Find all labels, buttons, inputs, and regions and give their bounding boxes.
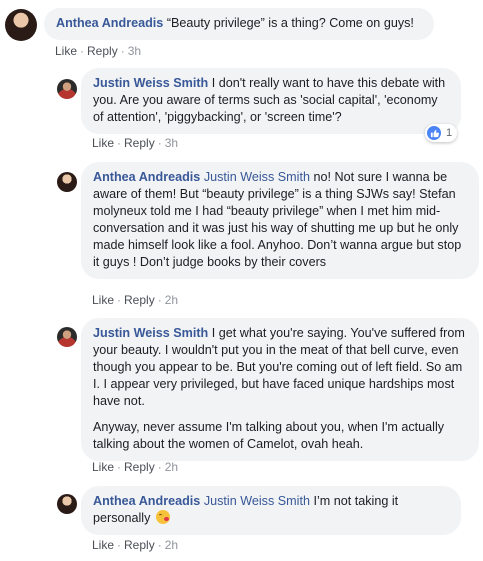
reply-link[interactable]: Reply [124, 460, 155, 474]
separator: · [117, 293, 122, 307]
separator: · [117, 136, 122, 150]
comment-actions: Like · Reply · 3h [92, 135, 178, 151]
separator: · [157, 136, 162, 150]
comment-bubble: Anthea Andreadis Justin Weiss Smith no! … [81, 162, 479, 279]
comment-actions: Like · Reply · 2h [92, 292, 178, 308]
reply-link[interactable]: Reply [124, 136, 155, 150]
timestamp[interactable]: 2h [165, 293, 178, 307]
comment-author[interactable]: Anthea Andreadis [93, 494, 200, 508]
like-link[interactable]: Like [92, 538, 114, 552]
reply-link[interactable]: Reply [124, 538, 155, 552]
thumbs-up-icon [427, 126, 441, 140]
timestamp[interactable]: 2h [165, 538, 178, 552]
timestamp[interactable]: 3h [128, 44, 141, 58]
separator: · [80, 44, 85, 58]
comment-actions: Like · Reply · 2h [92, 459, 178, 475]
separator: · [117, 538, 122, 552]
reaction-count[interactable]: 1 [425, 124, 458, 142]
comment-author[interactable]: Anthea Andreadis [56, 16, 163, 30]
like-link[interactable]: Like [92, 136, 114, 150]
comment-author[interactable]: Justin Weiss Smith [93, 326, 208, 340]
comment-text: no! Not sure I wanna be aware of them! B… [93, 170, 462, 269]
separator: · [157, 538, 162, 552]
comment-text: “Beauty privilege” is a thing? Come on g… [166, 16, 414, 30]
comment-author[interactable]: Justin Weiss Smith [93, 76, 208, 90]
comment-actions: Like · Reply · 2h [92, 537, 178, 553]
reaction-count-label: 1 [446, 127, 453, 139]
kissing-heart-emoji-icon [155, 510, 170, 524]
timestamp[interactable]: 3h [165, 136, 178, 150]
comment-text: Anyway, never assume I'm talking about y… [93, 420, 445, 451]
separator: · [157, 460, 162, 474]
comment-author[interactable]: Anthea Andreadis [93, 170, 200, 184]
comment-bubble: Anthea Andreadis “Beauty privilege” is a… [44, 8, 434, 40]
mention-link[interactable]: Justin Weiss Smith [204, 170, 310, 184]
like-link[interactable]: Like [55, 44, 77, 58]
timestamp[interactable]: 2h [165, 460, 178, 474]
avatar[interactable] [57, 327, 77, 347]
reply-link[interactable]: Reply [87, 44, 118, 58]
reply-link[interactable]: Reply [124, 293, 155, 307]
avatar[interactable] [5, 9, 37, 41]
comment-bubble: Justin Weiss Smith I don't really want t… [81, 68, 461, 134]
like-link[interactable]: Like [92, 460, 114, 474]
avatar[interactable] [57, 172, 77, 192]
separator: · [120, 44, 125, 58]
avatar[interactable] [57, 494, 77, 514]
comment-bubble: Justin Weiss Smith I get what you're say… [81, 318, 479, 461]
comment-bubble: Anthea Andreadis Justin Weiss Smith I’m … [81, 486, 461, 535]
avatar[interactable] [57, 79, 77, 99]
separator: · [157, 293, 162, 307]
separator: · [117, 460, 122, 474]
mention-link[interactable]: Justin Weiss Smith [204, 494, 310, 508]
comment-actions: Like · Reply · 3h [55, 43, 141, 59]
like-link[interactable]: Like [92, 293, 114, 307]
